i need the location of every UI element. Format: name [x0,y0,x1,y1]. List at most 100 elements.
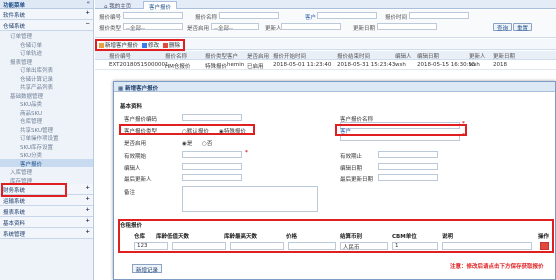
col-edit-date[interactable]: 编辑日期 [417,52,439,60]
filter-label-time: 报价时间 [385,15,408,21]
required-marker: * [245,150,248,156]
sidebar-item-basic-data[interactable]: 基础数据管理 [0,91,93,100]
sidebar-section-system[interactable]: 系统管理 + [0,228,93,239]
radio-yes[interactable]: ◉是 [182,139,192,147]
time-input[interactable] [409,12,469,19]
filter-label-enabled: 是否启用 [187,26,210,32]
cell-updater: wsh [469,62,480,68]
label-start: 有效期始 [124,154,147,160]
sidebar-item-shared[interactable]: 共享产品列表 [0,82,93,91]
highlight-sidebar [1,183,67,197]
sidebar-item-sku-cat[interactable]: SKU品类 [0,99,93,108]
sidebar-item-inbound[interactable]: 入库管理 [0,167,93,176]
sidebar-section-basic[interactable]: 基本资料 + [0,217,93,228]
code-field[interactable] [182,114,242,121]
filter-label-update-date: 更新日期 [353,26,376,32]
sidebar: 功能菜单 « 软件系统 + 仓储系统 − 订单管理 仓储订单 订单轨迹 报表管理 订单… [0,0,94,280]
customer-input[interactable] [317,12,377,19]
type-select[interactable]: --全部-- [123,23,183,32]
cell-code: EXT20180515000001 [109,62,169,68]
sidebar-item-warehouse[interactable]: 仓库管理 [0,116,93,125]
filter-label-code: 报价编号 [99,15,122,21]
add-quote-dialog: ▦ 新增客户报价 基本资料 客户报价编码 客户报价名称 * 客户报价类型 ○默认… [113,81,556,280]
cell-customer: hemin [227,62,245,68]
cell-enabled: 已启用 [247,64,264,70]
sidebar-item-sku[interactable]: 商品SKU [0,108,93,117]
table-row[interactable]: EXT20180515000001 HM仓报价 特殊报价 hemin 已启用 2… [95,61,556,70]
code-input[interactable] [123,12,183,19]
edit-date-field [378,163,438,170]
col-end[interactable]: 报价结束时间 [337,52,370,60]
name-input[interactable] [219,12,279,19]
cell-update-date: 2018 [493,62,507,68]
reset-button[interactable]: 重置 [513,23,533,32]
col-type[interactable]: 报价类型 [205,52,227,60]
cell-name: HM仓报价 [165,64,191,70]
cell-editor: wsh [395,62,406,68]
filter-label-name: 报价名称 [195,15,218,21]
cell-start: 2018-05-01 11:23:40 [273,62,332,68]
filter-label-customer: 客户 [305,15,317,21]
tab-bar: ⌂ 我的主页 客户报价 [95,0,556,11]
end-date-field[interactable] [378,151,438,158]
collapse-section-icon[interactable]: − [85,21,90,27]
sidebar-section-warehouse[interactable]: 仓储系统 − [0,20,93,31]
highlight-customer [335,124,467,136]
filter-label-updater: 更新人 [265,26,282,32]
start-date-field[interactable] [182,151,242,158]
col-start[interactable]: 报价开始时间 [273,52,306,60]
expand-icon: + [85,218,90,224]
sidebar-item-sku-class[interactable]: SKU分类 [0,150,93,159]
sidebar-item-op-settings[interactable]: 订单操作项设置 [0,133,93,142]
col-updater[interactable]: 更新人 [469,52,486,60]
sidebar-section-report[interactable]: 报表系统 + [0,206,93,217]
highlight-toolbar [95,39,185,51]
editor-field [182,163,242,170]
updater-field [182,174,242,181]
label-end: 有效期止 [340,154,363,160]
query-button[interactable]: 查询 [493,23,513,32]
expand-icon: + [85,229,90,235]
expand-icon: + [85,196,90,202]
dialog-title: ▦ 新增客户报价 [114,82,555,92]
label-edit-date: 编辑日期 [340,166,363,172]
sidebar-item-reports[interactable]: 报表管理 [0,57,93,66]
col-update-date[interactable]: 更新日期 [493,52,515,60]
col-customer[interactable]: 客户 [227,52,238,60]
grid-header: 报价编号 报价名称 报价类型 客户 是否启用 报价开始时间 报价结束时间 编辑人… [95,51,556,60]
sidebar-item-order-track[interactable]: 订单轨迹 [0,48,93,57]
add-row-button[interactable]: 新增记录 [132,264,163,274]
label-editor: 编辑人 [124,166,141,172]
expand-icon: + [85,207,90,213]
tab-home[interactable]: ⌂ 我的主页 [99,1,136,10]
update-date-field [378,174,438,181]
expand-icon[interactable]: + [85,10,90,16]
sidebar-item-order-mgmt[interactable]: 订单管理 [0,31,93,40]
highlight-price-table [118,219,554,253]
sidebar-item-calc[interactable]: 仓储计算记录 [0,74,93,83]
updater-input[interactable] [281,23,341,30]
collapse-icon[interactable]: « [86,0,90,6]
tab-customer-quote[interactable]: 客户报价 [143,1,178,11]
cell-edit-date: 2018-05-15 16:30:55 [417,62,476,68]
update-date-input[interactable] [377,23,437,30]
col-editor[interactable]: 编辑人 [395,52,412,60]
sidebar-item-sku-stock[interactable]: SKU库存设置 [0,142,93,151]
sidebar-header: 功能菜单 « [0,0,93,9]
sidebar-section-software[interactable]: 软件系统 + [0,9,93,20]
filter-panel: 报价编号 报价名称 客户 报价时间 报价类型 --全部-- 是否启用 --全部-… [95,10,556,38]
sidebar-item-outbound[interactable]: 订单出库列表 [0,65,93,74]
col-code[interactable]: 报价编号 [109,52,131,60]
enabled-select[interactable]: --全部-- [211,23,259,32]
expand-icon: + [85,185,90,191]
label-remark: 备注 [124,190,136,196]
cell-end: 2018-05-31 15:23:43 [337,62,396,68]
remark-textarea[interactable] [182,186,318,212]
col-enabled[interactable]: 是否启用 [247,52,269,60]
sidebar-item-shared-sku[interactable]: 共享SKU管理 [0,125,93,134]
cell-type: 特殊报价 [205,64,228,70]
col-name[interactable]: 报价名称 [165,52,187,60]
sidebar-item-customer-quote[interactable]: 客户报价 [0,158,93,168]
radio-no[interactable]: ○否 [202,139,212,147]
sidebar-item-wh-orders[interactable]: 仓储订单 [0,40,93,49]
